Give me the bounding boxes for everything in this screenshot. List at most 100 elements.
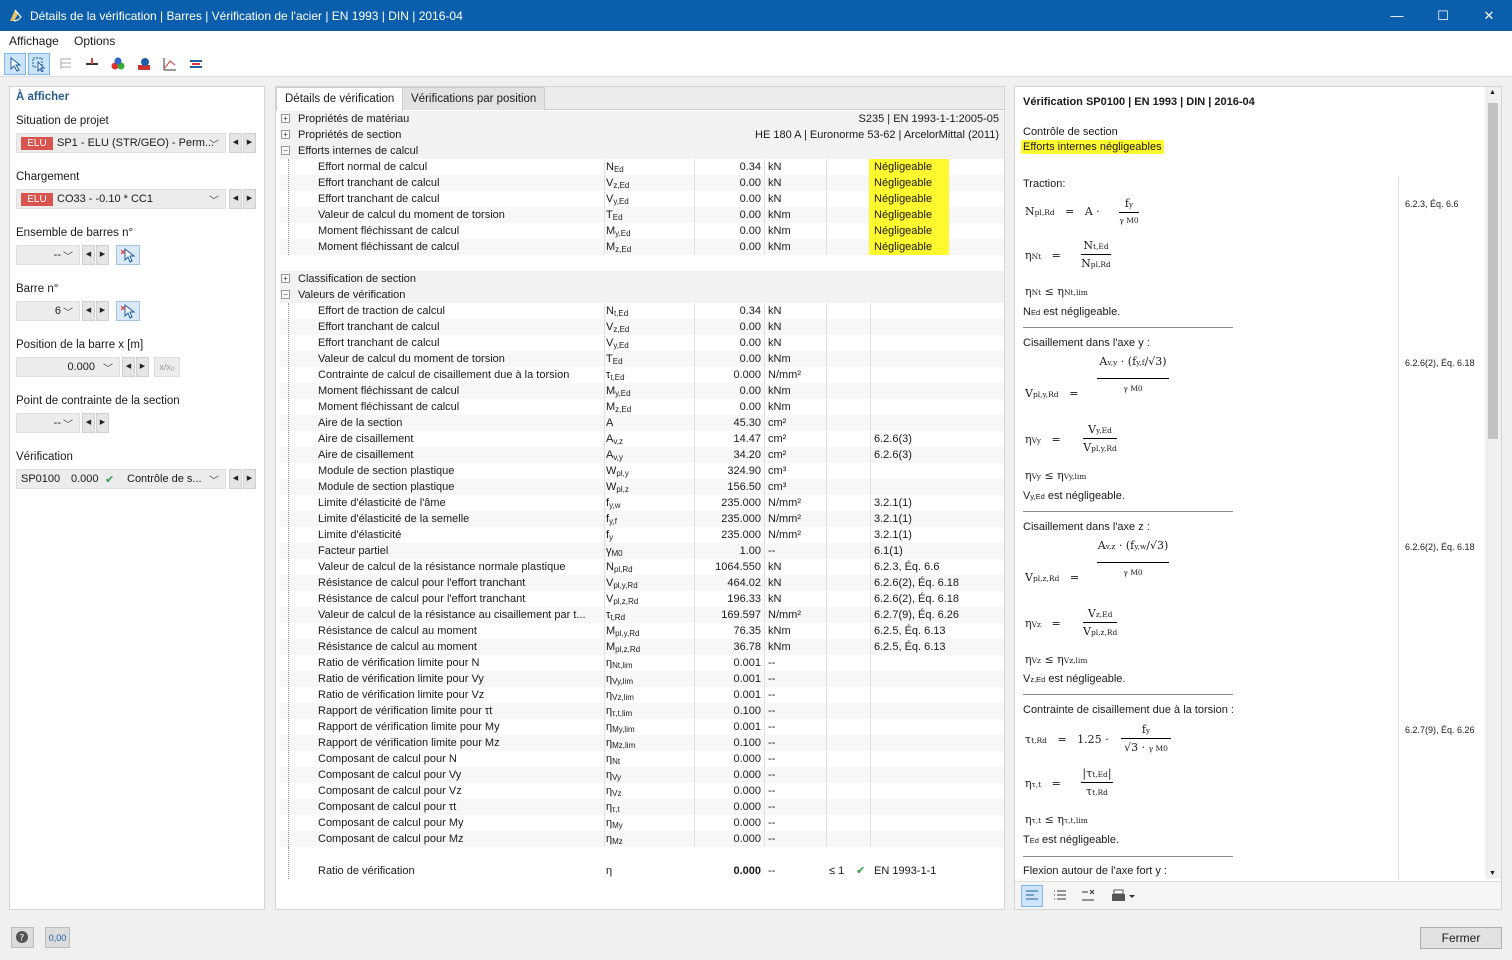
maximize-button[interactable]: ☐ bbox=[1420, 0, 1466, 31]
tab-par-position[interactable]: Vérifications par position bbox=[402, 87, 546, 110]
table-row[interactable]: Effort tranchant de calcul Vz,Ed 0.00 kN Nég… bbox=[280, 175, 1004, 191]
table-row[interactable]: Composant de calcul pour My ηMy 0.000 -- bbox=[280, 815, 1004, 831]
table-row[interactable]: Rapport de vérification limite pour τt ητ… bbox=[280, 703, 1004, 719]
collapse-icon[interactable]: − bbox=[281, 290, 290, 299]
table-row[interactable]: Effort de traction de calcul Nt,Ed 0.34 kN bbox=[280, 303, 1004, 319]
table-row[interactable]: Valeur de calcul du moment de torsion TEd… bbox=[280, 207, 1004, 223]
table-row[interactable]: Effort tranchant de calcul Vy,Ed 0.00 kN bbox=[280, 335, 1004, 351]
group-classification[interactable]: + Classification de section bbox=[280, 271, 1004, 287]
table-row[interactable]: Contrainte de calcul de cisaillement due… bbox=[280, 367, 1004, 383]
table-row[interactable]: Limite d'élasticité de l'âme fy,w 235.000 N… bbox=[280, 495, 1004, 511]
group-section[interactable]: + Propriétés de section HE 180 A | Euron… bbox=[280, 127, 1004, 143]
formula-layout-button[interactable] bbox=[1021, 885, 1043, 907]
colors-button[interactable] bbox=[107, 53, 129, 75]
table-row[interactable]: Limite d'élasticité fy 235.000 N/mm² 3.2.1(1… bbox=[280, 527, 1004, 543]
ensemble-pick-button[interactable] bbox=[116, 245, 140, 265]
collapse-icon[interactable]: − bbox=[281, 146, 290, 155]
barre-next-button[interactable]: ▶ bbox=[96, 301, 109, 321]
expand-icon[interactable]: + bbox=[281, 130, 290, 139]
table-row[interactable]: Valeur de calcul de la résistance au cis… bbox=[280, 607, 1004, 623]
barre-pick-button[interactable] bbox=[116, 301, 140, 321]
position-next-button[interactable]: ▶ bbox=[136, 357, 149, 377]
menu-options[interactable]: Options bbox=[74, 34, 115, 48]
table-view-button[interactable] bbox=[55, 53, 77, 75]
situation-combo[interactable]: ELU SP1 - ELU (STR/GEO) - Perm... ﹀ bbox=[16, 133, 226, 153]
table-row[interactable]: Résistance de calcul au moment Mpl,z,Rd 36… bbox=[280, 639, 1004, 655]
table-row[interactable]: Effort tranchant de calcul Vz,Ed 0.00 kN bbox=[280, 319, 1004, 335]
menu-affichage[interactable]: Affichage bbox=[9, 34, 59, 48]
close-window-button[interactable]: ✕ bbox=[1466, 0, 1512, 31]
help-button[interactable]: ? bbox=[11, 927, 34, 948]
verif-next-button[interactable]: ▶ bbox=[243, 469, 256, 489]
stress-button[interactable] bbox=[185, 53, 207, 75]
table-row[interactable]: Aire de cisaillement Av,y 34.20 cm² 6.2.6(3) bbox=[280, 447, 1004, 463]
scroll-up-icon[interactable]: ▲ bbox=[1489, 89, 1496, 96]
table-row[interactable]: Moment fléchissant de calcul My,Ed 0.00 kNm bbox=[280, 383, 1004, 399]
table-row[interactable]: Aire de cisaillement Av,z 14.47 cm² 6.2.6(3) bbox=[280, 431, 1004, 447]
table-row[interactable]: Composant de calcul pour Vz ηVz 0.000 -- bbox=[280, 783, 1004, 799]
point-prev-button[interactable]: ◀ bbox=[82, 413, 95, 433]
point-combo[interactable]: -- ﹀ bbox=[16, 413, 80, 433]
ensemble-prev-button[interactable]: ◀ bbox=[82, 245, 95, 265]
tab-details[interactable]: Détails de vérification bbox=[276, 87, 404, 111]
table-row[interactable]: Facteur partiel γM0 1.00 -- 6.1(1) bbox=[280, 543, 1004, 559]
table-row[interactable]: Rapport de vérification limite pour Mz ηM… bbox=[280, 735, 1004, 751]
expand-icon[interactable]: + bbox=[281, 274, 290, 283]
expand-icon[interactable]: + bbox=[281, 114, 290, 123]
scroll-down-icon[interactable]: ▼ bbox=[1489, 870, 1496, 877]
ensemble-next-button[interactable]: ▶ bbox=[96, 245, 109, 265]
table-row[interactable]: Effort tranchant de calcul Vy,Ed 0.00 kN Nég… bbox=[280, 191, 1004, 207]
ensemble-combo[interactable]: -- ﹀ bbox=[16, 245, 80, 265]
table-row[interactable]: Moment fléchissant de calcul My,Ed 0.00 kNm… bbox=[280, 223, 1004, 239]
point-next-button[interactable]: ▶ bbox=[96, 413, 109, 433]
position-input[interactable]: 0.000 ﹀ bbox=[16, 357, 120, 377]
decimal-places-button[interactable]: 0,00 bbox=[45, 927, 70, 948]
info-button[interactable] bbox=[133, 53, 155, 75]
table-row[interactable]: Ratio de vérification limite pour NηNt,l… bbox=[280, 655, 1004, 671]
chargement-prev-button[interactable]: ◀ bbox=[229, 189, 242, 209]
member-button[interactable] bbox=[81, 53, 103, 75]
group-valeurs[interactable]: − Valeurs de vérification bbox=[280, 287, 1004, 303]
table-row[interactable]: Valeur de calcul de la résistance normal… bbox=[280, 559, 1004, 575]
table-row[interactable]: Composant de calcul pour τt ητ,t 0.000 -- bbox=[280, 799, 1004, 815]
fermer-button[interactable]: Fermer bbox=[1420, 927, 1502, 949]
formula-list-button[interactable] bbox=[1049, 885, 1071, 907]
table-row[interactable]: Limite d'élasticité de la semelle fy,f 235… bbox=[280, 511, 1004, 527]
diagram-button[interactable] bbox=[159, 53, 181, 75]
chargement-next-button[interactable]: ▶ bbox=[243, 189, 256, 209]
table-row[interactable]: Valeur de calcul du moment de torsion TEd… bbox=[280, 351, 1004, 367]
select-pointer-button[interactable] bbox=[4, 53, 26, 75]
table-row[interactable]: Aire de la section A 45.30 cm² bbox=[280, 415, 1004, 431]
group-efforts[interactable]: − Efforts internes de calcul bbox=[280, 143, 1004, 159]
verif-prev-button[interactable]: ◀ bbox=[229, 469, 242, 489]
select-pointer-alt-button[interactable] bbox=[28, 53, 50, 75]
situation-prev-button[interactable]: ◀ bbox=[229, 133, 242, 153]
table-row[interactable]: Composant de calcul pour NηNt 0.000 -- bbox=[280, 751, 1004, 767]
minimize-button[interactable]: — bbox=[1374, 0, 1420, 31]
table-row[interactable]: Module de section plastique Wpl,y 324.90 cm… bbox=[280, 463, 1004, 479]
table-row[interactable]: Moment fléchissant de calcul Mz,Ed 0.00 kNm… bbox=[280, 239, 1004, 255]
relative-position-button[interactable]: x/x₀ bbox=[154, 357, 180, 377]
situation-next-button[interactable]: ▶ bbox=[243, 133, 256, 153]
verif-combo[interactable]: SP0100 0.000 ✔ Contrôle de s... ﹀ bbox=[16, 469, 226, 489]
formula-values-button[interactable] bbox=[1077, 885, 1099, 907]
group-materiau[interactable]: + Propriétés de matériau S235 | EN 1993-… bbox=[280, 111, 1004, 127]
table-row[interactable]: Ratio de vérification limite pour Vz ηVz,… bbox=[280, 687, 1004, 703]
table-row[interactable]: Résistance de calcul pour l'effort tranc… bbox=[280, 575, 1004, 591]
table-row[interactable]: Résistance de calcul pour l'effort tranc… bbox=[280, 591, 1004, 607]
barre-combo[interactable]: 6 ﹀ bbox=[16, 301, 80, 321]
table-row[interactable]: Résistance de calcul au moment Mpl,y,Rd 76… bbox=[280, 623, 1004, 639]
table-row[interactable]: Effort normal de calcul NEd 0.34 kN Négligea… bbox=[280, 159, 1004, 175]
table-row[interactable]: Rapport de vérification limite pour My ηM… bbox=[280, 719, 1004, 735]
table-row[interactable]: Composant de calcul pour Mz ηMz 0.000 -- bbox=[280, 831, 1004, 847]
vertical-scrollbar[interactable]: ▲ ▼ bbox=[1485, 87, 1501, 879]
table-row[interactable]: Ratio de vérification limite pour Vy ηVy,… bbox=[280, 671, 1004, 687]
ratio-row[interactable]: Ratio de vérification η 0.000 -- ≤ 1 ✔ E… bbox=[280, 863, 1004, 879]
print-button[interactable] bbox=[1105, 885, 1141, 907]
scrollbar-thumb[interactable] bbox=[1488, 103, 1498, 439]
barre-prev-button[interactable]: ◀ bbox=[82, 301, 95, 321]
chargement-combo[interactable]: ELU CO33 - -0.10 * CC1 ﹀ bbox=[16, 189, 226, 209]
table-row[interactable]: Composant de calcul pour Vy ηVy 0.000 -- bbox=[280, 767, 1004, 783]
table-row[interactable]: Moment fléchissant de calcul Mz,Ed 0.00 kNm bbox=[280, 399, 1004, 415]
table-row[interactable]: Module de section plastique Wpl,z 156.50 cm… bbox=[280, 479, 1004, 495]
